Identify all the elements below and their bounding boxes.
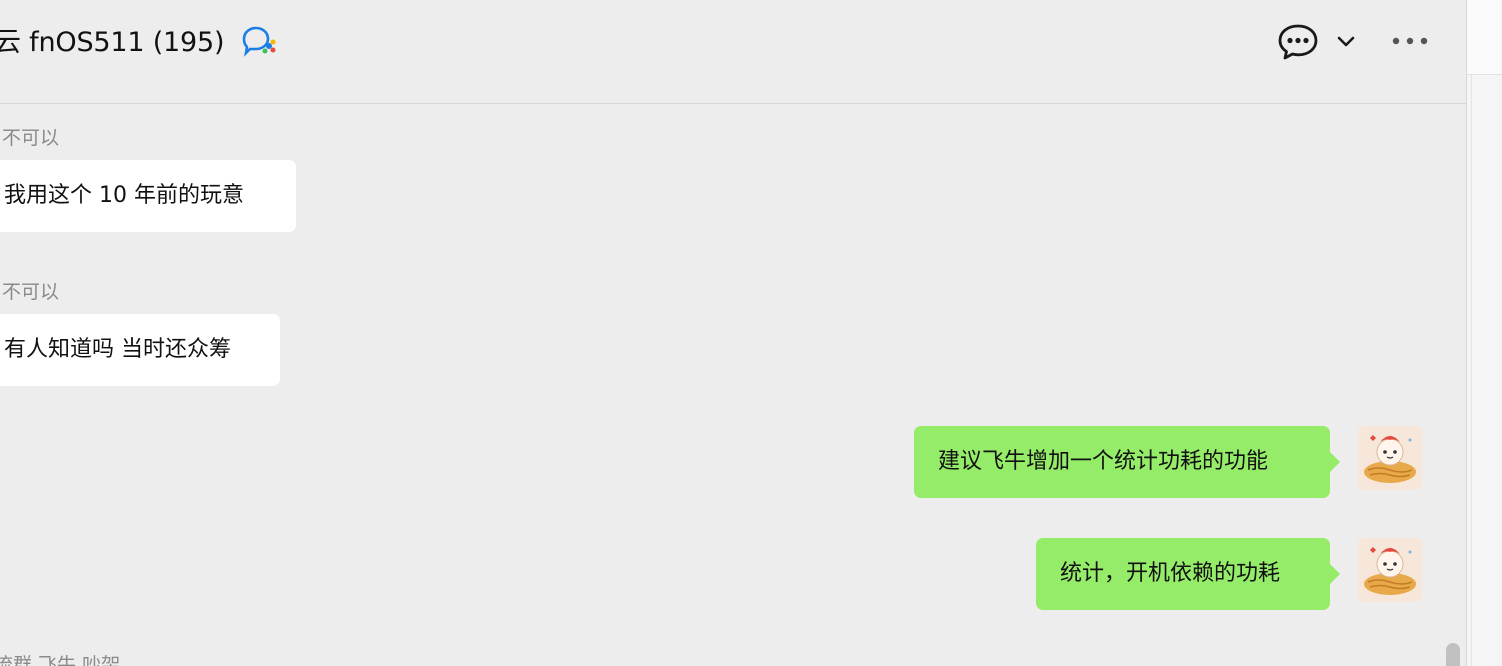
incoming-message-bubble[interactable]: 有人知道吗 当时还众筹 [0,314,280,386]
scrollbar-thumb[interactable] [1446,643,1460,666]
outgoing-message-bubble[interactable]: 统计，开机依赖的功耗 [1036,538,1340,610]
divider [1471,74,1472,666]
side-panel-edge [1466,0,1502,666]
outgoing-message-bubble[interactable]: 建议飞牛增加一个统计功耗的功能 [914,426,1340,498]
chat-panel: 云 fnOS511 (195) 不可以 我用这个 10 年前的玩意 不可以 有人… [0,0,1466,666]
next-message-preview: 流群 飞牛 吵架 [0,654,121,666]
chat-header: 云 fnOS511 (195) [0,0,1466,104]
app-window: 云 fnOS511 (195) 不可以 我用这个 10 年前的玩意 不可以 有人… [0,0,1502,666]
chat-title: 云 fnOS511 (195) [0,27,225,58]
message-sender-name: 不可以 [2,127,60,149]
chevron-down-icon[interactable] [1334,30,1358,52]
message-sender-name: 不可以 [2,281,60,303]
incoming-message-bubble[interactable]: 我用这个 10 年前的玩意 [0,160,296,232]
side-panel-header [1467,0,1502,75]
peanut-cat-avatar-icon[interactable] [1358,538,1422,602]
peanut-cat-avatar-icon[interactable] [1358,426,1422,490]
chat-bubble-icon[interactable] [1276,22,1320,62]
more-horizontal-icon[interactable] [1388,30,1432,52]
group-chat-badge-icon [240,24,278,58]
